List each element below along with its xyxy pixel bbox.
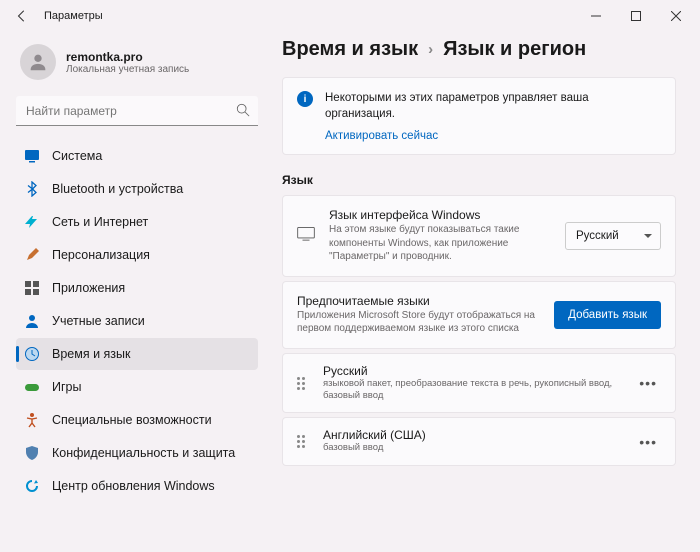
shield-icon <box>24 445 40 461</box>
info-text: Некоторыми из этих параметров управляет … <box>325 90 661 122</box>
nav-item-game[interactable]: Игры <box>16 371 258 403</box>
apps-icon <box>24 280 40 296</box>
display-icon <box>297 227 315 244</box>
clock-icon <box>24 346 40 362</box>
nav-item-update[interactable]: Центр обновления Windows <box>16 470 258 502</box>
lang-features: языковой пакет, преобразование текста в … <box>323 378 621 403</box>
nav-label: Игры <box>52 380 81 394</box>
nav-item-clock[interactable]: Время и язык <box>16 338 258 370</box>
more-button[interactable]: ••• <box>635 430 661 454</box>
search-icon <box>236 103 250 120</box>
user-panel[interactable]: remontka.pro Локальная учетная запись <box>16 36 258 94</box>
main: Время и язык › Язык и регион i Некоторым… <box>270 32 700 552</box>
nav-label: Сеть и Интернет <box>52 215 148 229</box>
nav-item-brush[interactable]: Персонализация <box>16 239 258 271</box>
maximize-button[interactable] <box>616 0 656 32</box>
nav-label: Специальные возможности <box>52 413 212 427</box>
window-controls <box>576 0 696 32</box>
brush-icon <box>24 247 40 263</box>
nav-label: Время и язык <box>52 347 131 361</box>
page-title: Язык и регион <box>443 38 586 61</box>
winlang-title: Язык интерфейса Windows <box>329 208 551 222</box>
close-button[interactable] <box>656 0 696 32</box>
info-banner: i Некоторыми из этих параметров управляе… <box>282 77 676 155</box>
lang-name: Английский (США) <box>323 428 621 442</box>
lang-features: базовый ввод <box>323 442 621 454</box>
user-account: Локальная учетная запись <box>66 64 189 75</box>
avatar <box>20 44 56 80</box>
sidebar: remontka.pro Локальная учетная запись Си… <box>0 32 270 552</box>
add-language-button[interactable]: Добавить язык <box>554 301 661 329</box>
more-button[interactable]: ••• <box>635 371 661 395</box>
nav-label: Bluetooth и устройства <box>52 182 183 196</box>
section-language: Язык <box>282 173 676 187</box>
titlebar: Параметры <box>0 0 700 32</box>
wifi-icon <box>24 214 40 230</box>
breadcrumb: Время и язык › Язык и регион <box>282 38 676 61</box>
pref-desc: Приложения Microsoft Store будут отображ… <box>297 309 540 336</box>
nav-label: Учетные записи <box>52 314 145 328</box>
nav-label: Персонализация <box>52 248 150 262</box>
nav-label: Система <box>52 149 102 163</box>
language-item[interactable]: Английский (США)базовый ввод ••• <box>282 417 676 465</box>
system-icon <box>24 148 40 164</box>
language-item[interactable]: Русскийязыковой пакет, преобразование те… <box>282 353 676 414</box>
nav-item-account[interactable]: Учетные записи <box>16 305 258 337</box>
account-icon <box>24 313 40 329</box>
activate-link[interactable]: Активировать сейчас <box>325 130 661 142</box>
nav-item-apps[interactable]: Приложения <box>16 272 258 304</box>
minimize-button[interactable] <box>576 0 616 32</box>
nav-item-shield[interactable]: Конфиденциальность и защита <box>16 437 258 469</box>
crumb-parent[interactable]: Время и язык <box>282 38 418 61</box>
nav-label: Приложения <box>52 281 125 295</box>
nav-label: Центр обновления Windows <box>52 479 215 493</box>
info-icon: i <box>297 91 313 107</box>
nav-item-bluetooth[interactable]: Bluetooth и устройства <box>16 173 258 205</box>
drag-handle-icon[interactable] <box>297 435 309 448</box>
preferred-languages-card: Предпочитаемые языки Приложения Microsof… <box>282 281 676 349</box>
nav-item-system[interactable]: Система <box>16 140 258 172</box>
nav-item-wifi[interactable]: Сеть и Интернет <box>16 206 258 238</box>
back-button[interactable] <box>4 0 40 32</box>
drag-handle-icon[interactable] <box>297 377 309 390</box>
nav: Система Bluetooth и устройства Сеть и Инте… <box>16 140 258 502</box>
update-icon <box>24 478 40 494</box>
pref-title: Предпочитаемые языки <box>297 294 540 308</box>
chevron-right-icon: › <box>428 41 433 58</box>
windows-language-card[interactable]: Язык интерфейса Windows На этом языке бу… <box>282 195 676 277</box>
winlang-desc: На этом языке будут показываться такие к… <box>329 223 551 264</box>
nav-label: Конфиденциальность и защита <box>52 446 235 460</box>
search-box[interactable] <box>16 96 258 126</box>
language-dropdown[interactable]: Русский <box>565 222 661 250</box>
accessibility-icon <box>24 412 40 428</box>
window-title: Параметры <box>40 10 103 22</box>
game-icon <box>24 379 40 395</box>
bluetooth-icon <box>24 181 40 197</box>
search-input[interactable] <box>16 96 258 126</box>
lang-name: Русский <box>323 364 621 378</box>
user-name: remontka.pro <box>66 50 189 64</box>
nav-item-accessibility[interactable]: Специальные возможности <box>16 404 258 436</box>
